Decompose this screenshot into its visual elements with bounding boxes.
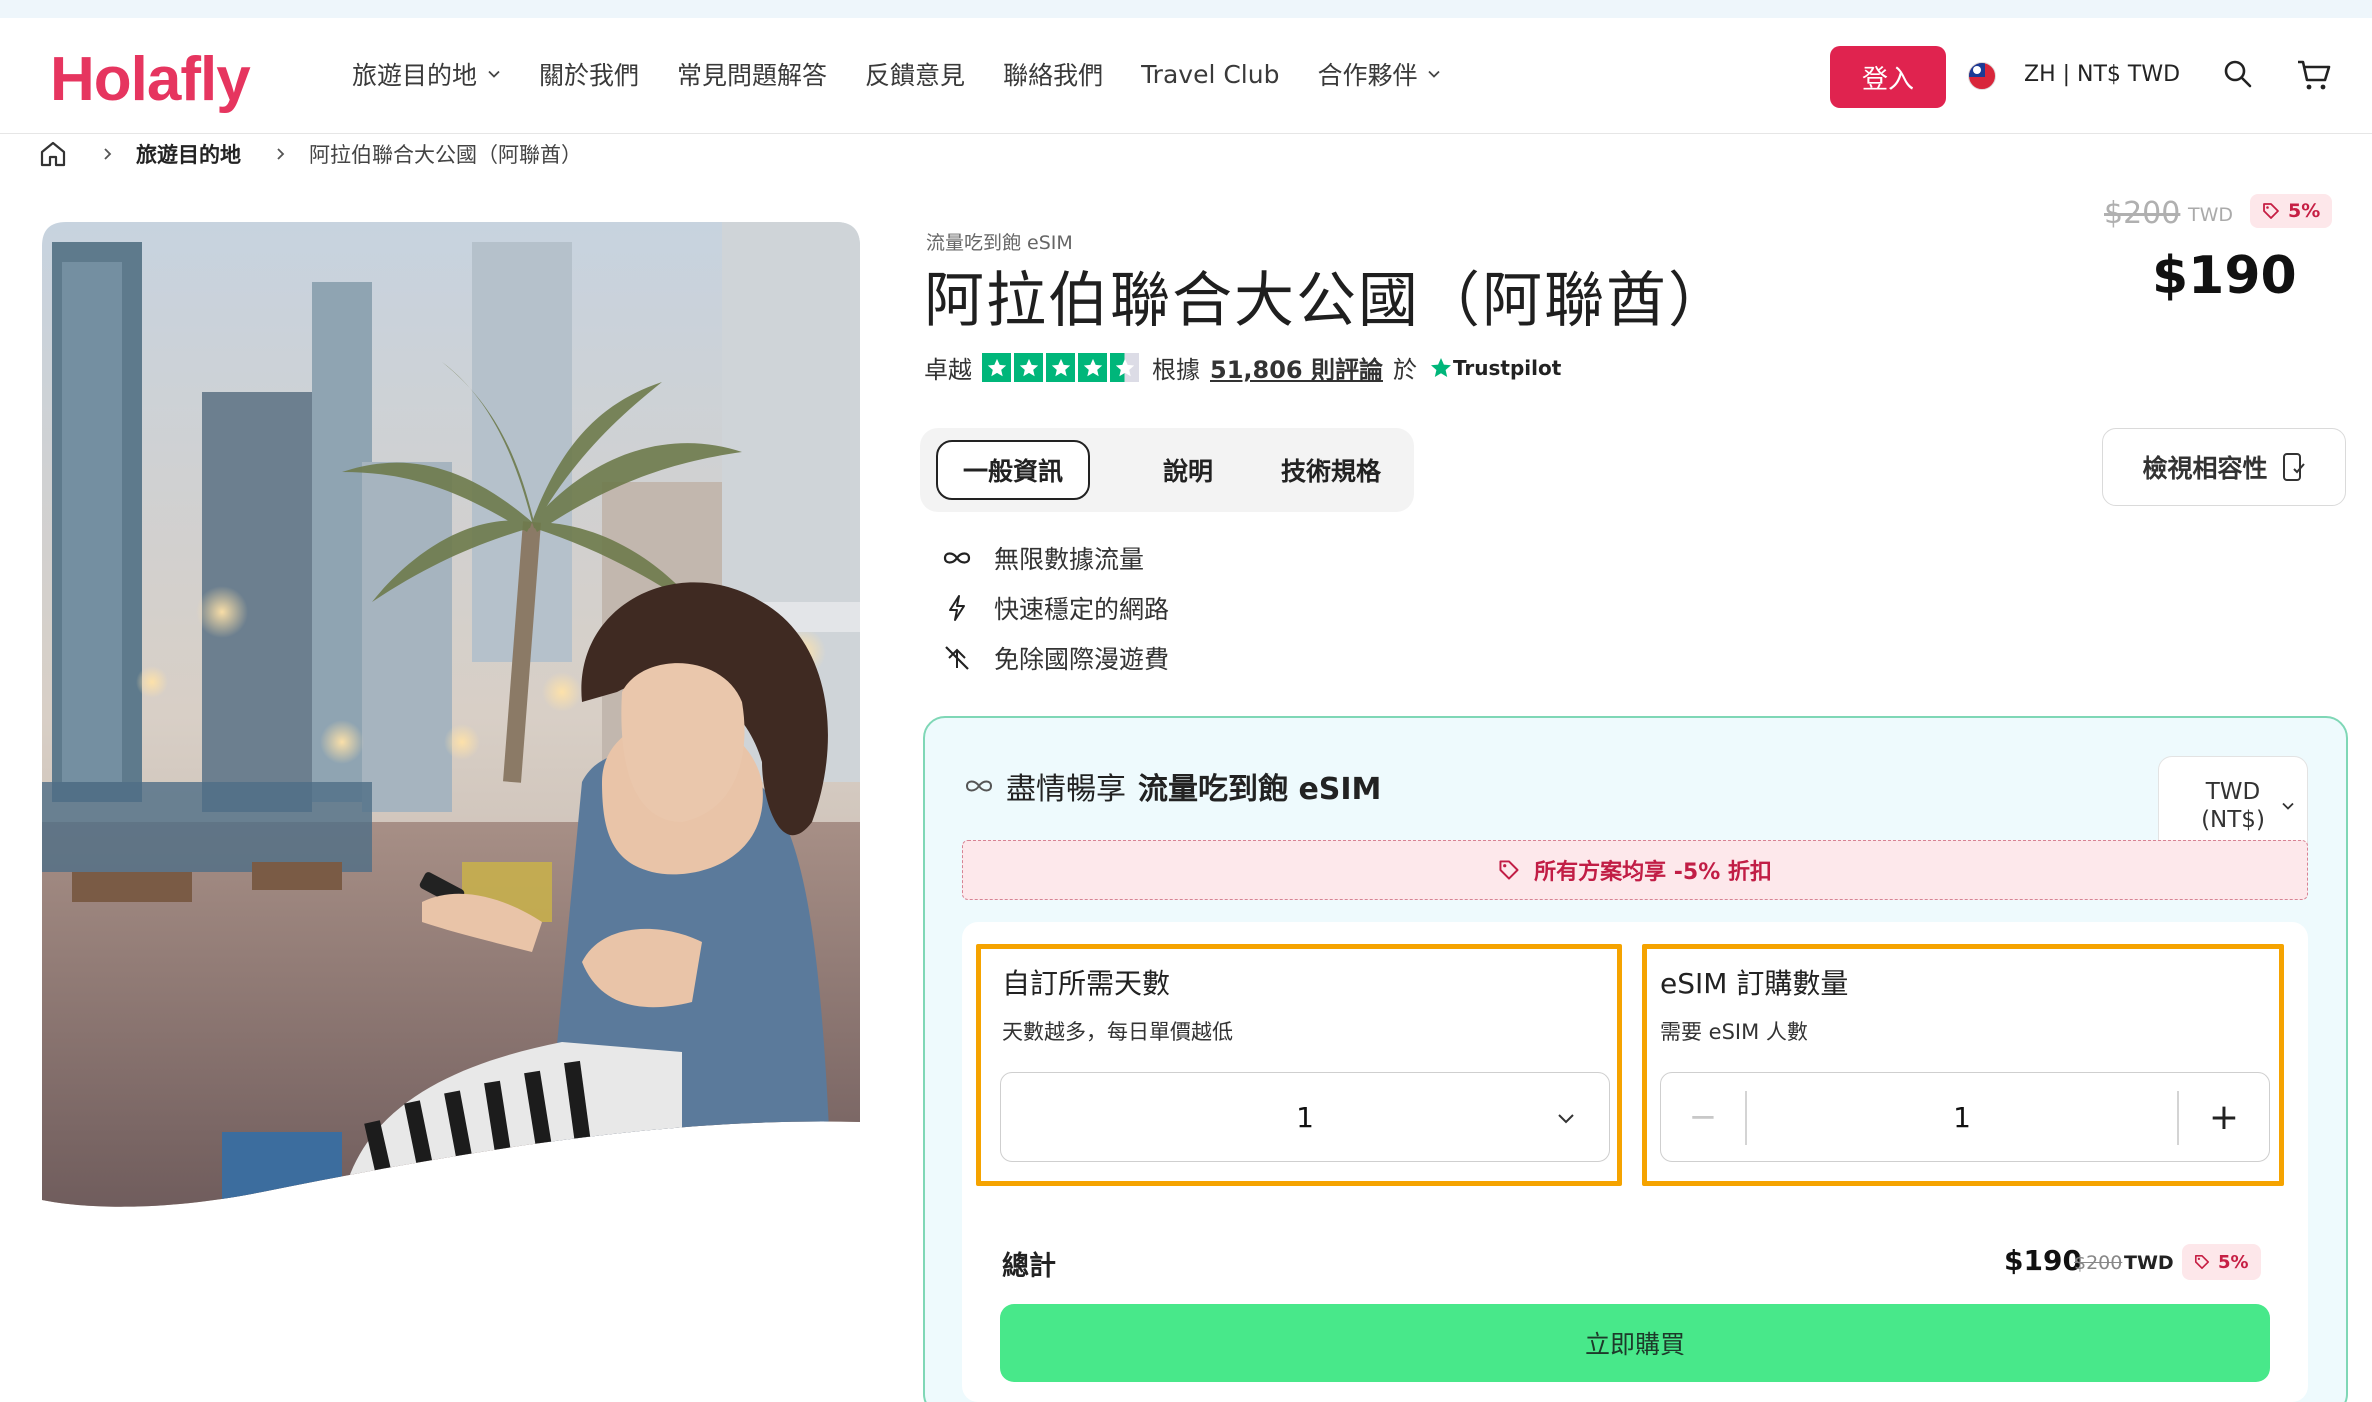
chevron-down-icon xyxy=(488,70,500,78)
site-header: Holafly 旅遊目的地 關於我們 常見問題解答 反饋意見 聯絡我們 Trav… xyxy=(0,18,2372,134)
star-icon xyxy=(1014,353,1043,382)
feature-no-roaming: 免除國際漫遊費 xyxy=(940,640,1169,676)
chevron-right-icon xyxy=(277,148,285,160)
buy-now-button[interactable]: 立即購買 xyxy=(1000,1304,2270,1382)
chevron-down-icon xyxy=(1428,70,1441,78)
lightning-icon xyxy=(949,595,965,621)
old-price: $200 xyxy=(2104,196,2181,231)
chevron-right-icon xyxy=(104,148,112,160)
feature-fast-network: 快速穩定的網路 xyxy=(940,590,1169,626)
quantity-value[interactable]: 1 xyxy=(1747,1073,2177,1161)
nav-travel-club[interactable]: Travel Club xyxy=(1141,60,1279,89)
search-icon[interactable] xyxy=(2222,58,2254,90)
hero-image xyxy=(42,222,860,1207)
feature-unlimited-data: 無限數據流量 xyxy=(940,540,1144,576)
breadcrumb: 旅遊目的地 阿拉伯聯合大公國（阿聯酋） xyxy=(38,136,582,172)
tab-tech-specs[interactable]: 技術規格 xyxy=(1258,440,1404,500)
check-compatibility-button[interactable]: 檢視相容性 xyxy=(2102,428,2346,506)
increase-quantity-button[interactable]: + xyxy=(2179,1073,2269,1161)
nav-faq[interactable]: 常見問題解答 xyxy=(677,56,827,92)
based-on-text: 根據 xyxy=(1152,356,1200,384)
reviews-link[interactable]: 51,806 則評論 xyxy=(1210,350,1383,385)
rating-word: 卓越 xyxy=(924,356,972,384)
chevron-down-icon xyxy=(1558,1114,1574,1124)
nav-about[interactable]: 關於我們 xyxy=(539,56,639,92)
total-price: $190 xyxy=(2004,1244,2082,1277)
holafly-logo[interactable]: Holafly xyxy=(50,44,251,115)
infinity-icon xyxy=(965,780,993,792)
locale-selector[interactable]: ZH | NT$ TWD xyxy=(2024,62,2180,87)
star-icon xyxy=(982,353,1011,382)
rating-row: 卓越 根據 51,806 則評論 於 Trustpilot xyxy=(924,350,1561,385)
days-label: 自訂所需天數 xyxy=(1002,967,1171,1000)
quantity-stepper: − 1 + xyxy=(1660,1072,2270,1162)
days-hint: 天數越多，每日單價越低 xyxy=(1002,1020,1233,1044)
days-dropdown[interactable]: 1 xyxy=(1000,1072,1610,1162)
discount-badge: 5% xyxy=(2250,194,2333,228)
top-strip xyxy=(0,0,2372,18)
star-icon xyxy=(1078,353,1107,382)
nav-feedback[interactable]: 反饋意見 xyxy=(865,56,965,92)
tag-icon xyxy=(2263,203,2279,219)
total-discount-badge: 5% xyxy=(2182,1244,2261,1280)
cart-icon[interactable] xyxy=(2296,58,2332,92)
breadcrumb-current: 阿拉伯聯合大公國（阿聯酋） xyxy=(309,143,582,167)
info-tabs: 一般資訊 說明 技術規格 xyxy=(920,428,1414,512)
tag-icon xyxy=(2194,1254,2210,1270)
current-price: $190 xyxy=(2152,246,2297,306)
total-old-price: $200 xyxy=(2074,1252,2123,1274)
decrease-quantity-button[interactable]: − xyxy=(1661,1073,1745,1161)
chevron-down-icon xyxy=(2282,802,2294,810)
phone-check-icon xyxy=(2282,453,2305,481)
nav-contact[interactable]: 聯絡我們 xyxy=(1003,56,1103,92)
total-label: 總計 xyxy=(1002,1251,1056,1282)
main-nav: 旅遊目的地 關於我們 常見問題解答 反饋意見 聯絡我們 Travel Club … xyxy=(352,56,1479,92)
trustpilot-logo[interactable]: Trustpilot xyxy=(1429,356,1561,380)
on-text: 於 xyxy=(1392,356,1417,384)
half-star-icon xyxy=(1110,353,1139,382)
old-price-currency: TWD xyxy=(2188,204,2234,226)
trustpilot-stars xyxy=(982,353,1142,382)
tab-general-info[interactable]: 一般資訊 xyxy=(936,440,1090,500)
trustpilot-star-icon xyxy=(1430,357,1451,377)
no-roaming-icon xyxy=(945,646,969,670)
product-subtitle: 流量吃到飽 eSIM xyxy=(926,232,1073,254)
quantity-label: eSIM 訂購數量 xyxy=(1660,967,1849,1000)
star-icon xyxy=(1046,353,1075,382)
total-currency: TWD xyxy=(2124,1252,2174,1274)
page-title: 阿拉伯聯合大公國（阿聯酋） xyxy=(924,266,1730,336)
discount-banner: 所有方案均享 -5% 折扣 xyxy=(962,840,2308,900)
infinity-icon xyxy=(943,552,971,564)
nav-destinations[interactable]: 旅遊目的地 xyxy=(352,56,501,92)
nav-partners[interactable]: 合作夥伴 xyxy=(1317,56,1441,92)
home-icon[interactable] xyxy=(38,139,68,169)
plan-title: 盡情暢享 流量吃到飽 eSIM xyxy=(964,764,1381,808)
login-button[interactable]: 登入 xyxy=(1830,46,1946,108)
tag-icon xyxy=(1499,860,1519,880)
breadcrumb-destinations[interactable]: 旅遊目的地 xyxy=(136,139,241,169)
quantity-hint: 需要 eSIM 人數 xyxy=(1660,1020,1808,1044)
taiwan-flag-icon[interactable] xyxy=(1968,62,1996,90)
tab-description[interactable]: 說明 xyxy=(1126,440,1250,500)
